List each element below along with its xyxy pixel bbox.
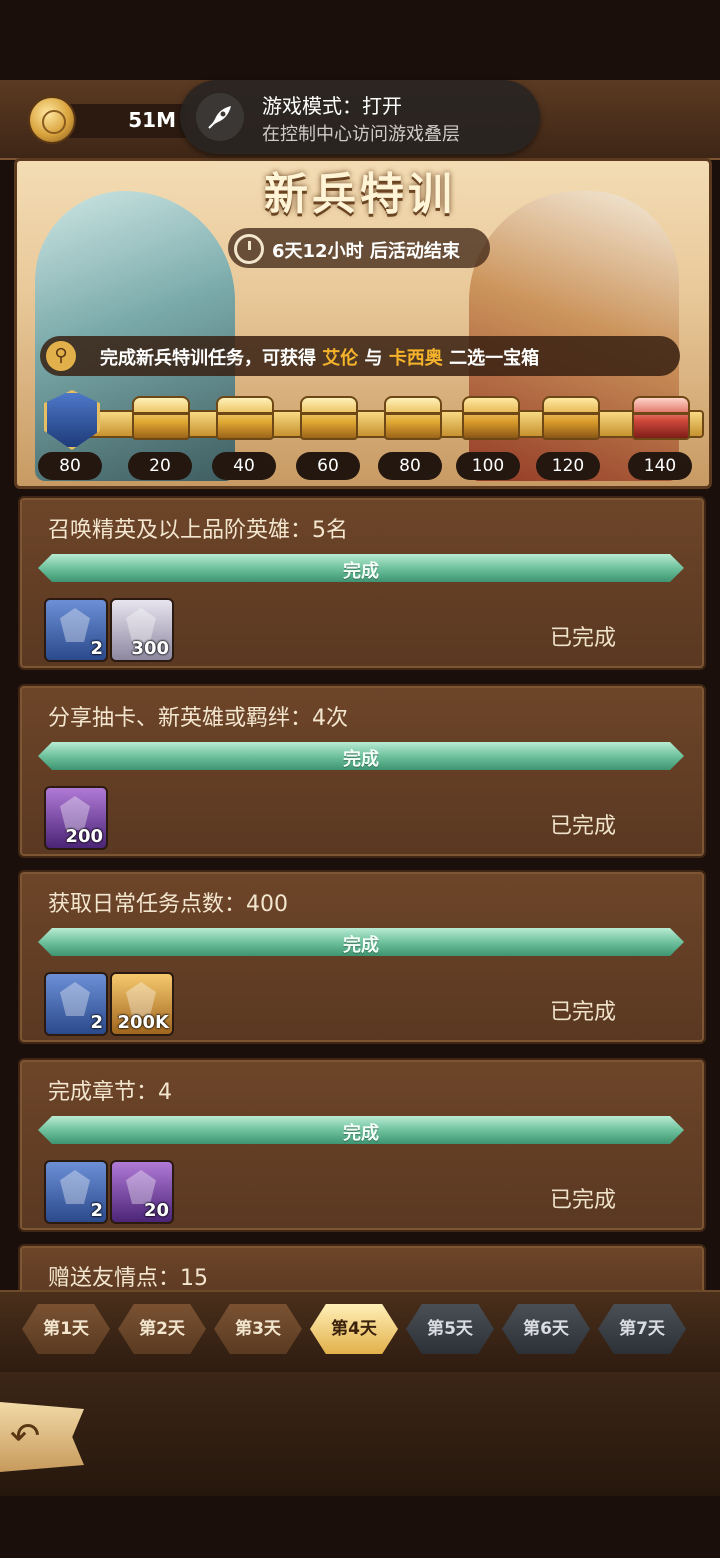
gold-coin-icon (126, 982, 156, 1016)
tab-day-6[interactable]: 第6天 (502, 1304, 590, 1354)
event-timer: 6天12小时 后活动结束 (228, 228, 490, 268)
task-title: 赠送友情点：15 (48, 1266, 208, 1291)
tab-day-7[interactable]: 第7天 (598, 1304, 686, 1354)
task-title: 完成章节：4 (48, 1080, 172, 1105)
milestone-chest[interactable] (380, 384, 442, 450)
crystal-dust-icon (60, 796, 90, 830)
event-title: 新兵特训 (264, 169, 456, 220)
open-chest-icon (300, 396, 358, 440)
reward-item[interactable]: 300 (110, 598, 174, 662)
task-card: 获取日常任务点数：400 完成 2 200K 已完成 (18, 870, 706, 1044)
task-status: 已完成 (549, 1188, 616, 1213)
open-chest-icon (216, 396, 274, 440)
gold-chest-icon (462, 396, 520, 440)
gold-chest-icon (542, 396, 600, 440)
task-progress-bar: 完成 (38, 742, 684, 770)
hero-name-1: 艾伦 (322, 348, 359, 369)
task-status: 已完成 (549, 1000, 616, 1025)
milestone-label: 60 (296, 452, 360, 480)
task-progress-bar: 完成 (38, 928, 684, 956)
hero-name-2: 卡西奥 (388, 348, 443, 369)
reward-item[interactable]: 20 (110, 1160, 174, 1224)
tab-day-5[interactable]: 第5天 (406, 1304, 494, 1354)
timer-text: 6天12小时 后活动结束 (272, 241, 460, 262)
task-title: 分享抽卡、新英雄或羁绊：4次 (48, 706, 348, 731)
event-description[interactable]: ⚲ 完成新兵特训任务，可获得 艾伦 与 卡西奥 二选一宝箱 (40, 336, 680, 376)
clock-icon (234, 234, 264, 264)
description-text: 完成新兵特训任务，可获得 艾伦 与 卡西奥 二选一宝箱 (100, 348, 540, 369)
milestone-label: 80 (38, 452, 102, 480)
soulstone-icon (126, 1170, 156, 1204)
diamond-icon (126, 608, 156, 642)
game-mode-subtitle: 在控制中心访问游戏叠层 (262, 124, 460, 145)
open-chest-icon (132, 396, 190, 440)
task-progress-bar: 完成 (38, 554, 684, 582)
gold-amount: 51M (128, 108, 176, 132)
open-chest-icon (384, 396, 442, 440)
milestone-label: 120 (536, 452, 600, 480)
task-card: 完成章节：4 完成 2 20 已完成 (18, 1058, 706, 1232)
emblem-icon (44, 390, 100, 450)
task-status: 已完成 (549, 814, 616, 839)
milestone-chest[interactable] (628, 384, 690, 450)
rocket-icon (196, 93, 244, 141)
milestone-label: 40 (212, 452, 276, 480)
milestone-label: 100 (456, 452, 520, 480)
game-mode-notification[interactable]: 游戏模式：打开 在控制中心访问游戏叠层 (180, 80, 540, 154)
bottom-area (0, 1372, 720, 1496)
back-button[interactable]: ↶ (0, 1402, 84, 1472)
milestone-emblem[interactable] (38, 384, 100, 450)
tab-day-2[interactable]: 第2天 (118, 1304, 206, 1354)
milestone-label: 80 (378, 452, 442, 480)
milestone-chest[interactable] (538, 384, 600, 450)
reward-item[interactable]: 2 (44, 972, 108, 1036)
reward-item[interactable]: 2 (44, 1160, 108, 1224)
tab-day-4[interactable]: 第4天 (310, 1304, 398, 1354)
reward-item[interactable]: 2 (44, 598, 108, 662)
task-status: 已完成 (549, 626, 616, 651)
tab-day-1[interactable]: 第1天 (22, 1304, 110, 1354)
task-card: 分享抽卡、新英雄或羁绊：4次 完成 200 已完成 (18, 684, 706, 858)
emblem-icon (60, 1170, 90, 1204)
milestone-chest[interactable] (212, 384, 274, 450)
milestone-label: 20 (128, 452, 192, 480)
red-chest-icon (632, 396, 690, 440)
reward-item[interactable]: 200K (110, 972, 174, 1036)
magnifier-icon[interactable]: ⚲ (46, 341, 76, 371)
emblem-icon (60, 608, 90, 642)
milestone-label: 140 (628, 452, 692, 480)
milestone-chest[interactable] (128, 384, 190, 450)
emblem-icon (60, 982, 90, 1016)
reward-item[interactable]: 200 (44, 786, 108, 850)
back-arrow-icon: ↶ (10, 1416, 41, 1457)
tab-day-3[interactable]: 第3天 (214, 1304, 302, 1354)
task-title: 获取日常任务点数：400 (48, 892, 288, 917)
milestone-chest[interactable] (296, 384, 358, 450)
game-mode-title: 游戏模式：打开 (262, 94, 402, 118)
task-card: 召唤精英及以上品阶英雄：5名 完成 2 300 已完成 (18, 496, 706, 670)
task-title: 召唤精英及以上品阶英雄：5名 (48, 518, 348, 543)
milestone-chest[interactable] (458, 384, 520, 450)
task-progress-bar: 完成 (38, 1116, 684, 1144)
